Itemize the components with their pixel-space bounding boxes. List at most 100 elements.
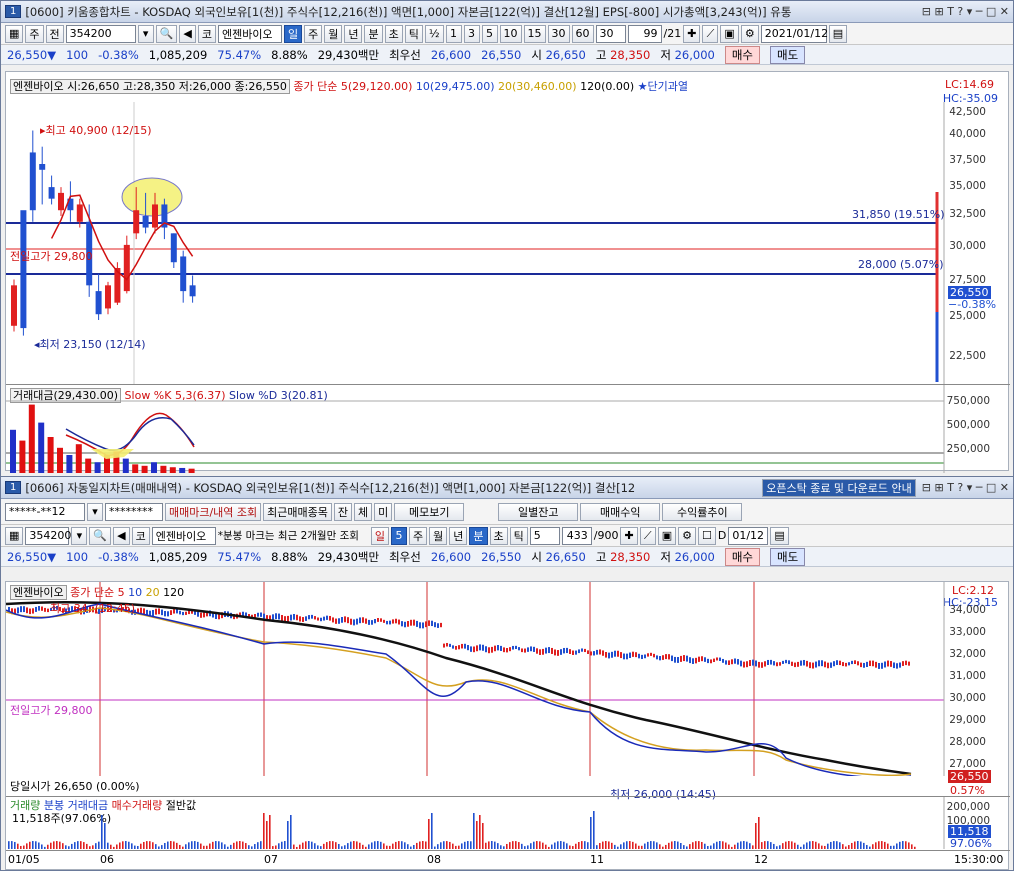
volume-bar: [182, 846, 184, 849]
calendar2-icon[interactable]: ▤: [770, 526, 789, 545]
minute-note: *분봉 마크는 최근 2개월만 조회: [217, 530, 359, 542]
volume-bar: [380, 841, 382, 849]
interval-5[interactable]: 5: [481, 24, 498, 43]
interval-half[interactable]: ½: [424, 24, 444, 43]
balance-button[interactable]: 잔: [333, 502, 353, 521]
count-input[interactable]: 99: [627, 24, 662, 43]
interval-3[interactable]: 3: [463, 24, 480, 43]
minute-candle: [464, 643, 466, 649]
sell-button[interactable]: 매도: [770, 45, 806, 64]
open-label: 시: [531, 47, 542, 62]
mode-select[interactable]: 주: [25, 24, 44, 43]
sound2-icon[interactable]: ◀: [113, 526, 130, 545]
sound-icon[interactable]: ◀: [179, 24, 196, 43]
volume-bar: [353, 841, 355, 849]
unfilled-button[interactable]: 미: [374, 502, 393, 521]
save-icon[interactable]: ▣: [720, 24, 739, 43]
period-minute[interactable]: 분: [364, 24, 383, 43]
minute-candle: [293, 613, 295, 620]
period-tick[interactable]: 틱: [404, 24, 423, 43]
window-controls[interactable]: ⊟ ⊞ T ? ▾ ─ □ ✕: [922, 5, 1009, 18]
period2-minute[interactable]: 분: [469, 526, 488, 545]
period-day[interactable]: 일: [283, 24, 303, 43]
save2-icon[interactable]: ▣: [657, 526, 677, 545]
volume-bar: [443, 841, 445, 849]
sell-button-2[interactable]: 매도: [770, 547, 806, 566]
current-price-2: 26,550: [7, 549, 48, 564]
price-chart[interactable]: 엔젠바이오 시:26,650 고:28,350 저:26,000 종:26,55…: [5, 71, 1010, 473]
account-dropdown-icon[interactable]: ▾: [87, 502, 103, 521]
volume-bar: [773, 843, 775, 849]
interval-select[interactable]: 30: [595, 24, 626, 43]
period2-day[interactable]: 일: [370, 526, 390, 545]
crosshair-icon[interactable]: ✚: [683, 24, 701, 43]
count2-input[interactable]: 433: [561, 526, 592, 545]
dropdown2-arrow-icon[interactable]: ▾: [71, 526, 88, 545]
grid-icon[interactable]: ▦: [5, 24, 24, 43]
interval-1[interactable]: 1: [445, 24, 462, 43]
interval-10[interactable]: 10: [499, 24, 522, 43]
mark-query-button[interactable]: 매매마크/내역 조회: [165, 502, 262, 521]
volume-bar: [143, 841, 145, 849]
minute-candle: [491, 646, 493, 653]
calendar-icon[interactable]: ▤: [828, 24, 848, 43]
minute-candle: [875, 661, 877, 668]
volume-bar: [665, 844, 667, 849]
trade-profit-button[interactable]: 매매수익: [580, 502, 661, 521]
volume-bar: [125, 841, 127, 849]
memo-button[interactable]: 메모보기: [394, 502, 465, 521]
period-month[interactable]: 월: [324, 24, 343, 43]
stock-name-field[interactable]: 엔젠바이오: [217, 24, 282, 43]
date2-input[interactable]: 01/12: [728, 526, 769, 545]
period2-month[interactable]: 월: [429, 526, 448, 545]
dropdown-arrow-icon[interactable]: ▾: [137, 24, 154, 43]
password-input[interactable]: ********: [105, 502, 163, 521]
period-second[interactable]: 초: [384, 24, 403, 43]
period-week[interactable]: 주: [304, 24, 323, 43]
minute-candle: [314, 616, 316, 620]
search2-icon[interactable]: 🔍: [89, 526, 112, 545]
volume-bar: [719, 841, 721, 849]
stock-name-field-2[interactable]: 엔젠바이오: [151, 526, 216, 545]
period2-count[interactable]: 5: [391, 526, 408, 545]
crosshair2-icon[interactable]: ✚: [620, 526, 638, 545]
draw2-tool-icon[interactable]: ⟋: [639, 526, 656, 545]
date-input[interactable]: 2021/01/12: [760, 24, 828, 43]
period2-year[interactable]: 년: [449, 526, 468, 545]
stock-code-input-2[interactable]: 354200: [25, 526, 71, 545]
minute-candle: [623, 653, 625, 660]
volume-bar: [377, 841, 379, 849]
account-input[interactable]: *****-**12: [5, 502, 85, 521]
minute-chart[interactable]: 엔젠바이오 종가 단순 5 10 20 120 LC:2.12 HC:-23.1…: [5, 581, 1010, 870]
daily-balance-button[interactable]: 일별잔고: [498, 502, 579, 521]
return-trend-button[interactable]: 수익률추이: [662, 502, 743, 521]
grid2-icon[interactable]: ▦: [5, 526, 24, 545]
search-icon[interactable]: 🔍: [155, 24, 178, 43]
settings2-icon[interactable]: ⚙: [678, 526, 696, 545]
minute-candle: [398, 619, 400, 625]
current-pct-tag: −-0.38%: [948, 298, 997, 311]
period2-second[interactable]: 초: [489, 526, 508, 545]
notice-button[interactable]: 오픈스탁 종료 및 다운로드 안내: [762, 478, 916, 497]
window2-titlebar[interactable]: 1 [0606] 자동일지차트(매매내역) - KOSDAQ 외국인보유[1(천…: [1, 477, 1013, 499]
period2-tick[interactable]: 틱: [509, 526, 528, 545]
buy-button[interactable]: 매수: [724, 45, 761, 64]
draw-tool-icon[interactable]: ⟋: [702, 24, 719, 43]
window-titlebar[interactable]: 1 [0600] 키움종합차트 - KOSDAQ 외국인보유[1(천)] 주식수…: [1, 1, 1013, 23]
volume-bar: [905, 841, 907, 849]
interval2-select[interactable]: 5: [529, 526, 560, 545]
settings-icon[interactable]: ⚙: [740, 24, 759, 43]
recent-trades-button[interactable]: 최근매매종목: [263, 502, 332, 521]
executed-button[interactable]: 체: [354, 502, 373, 521]
buy-button-2[interactable]: 매수: [724, 547, 761, 566]
interval-15[interactable]: 15: [523, 24, 546, 43]
stock-code-input[interactable]: 354200: [65, 24, 136, 43]
window2-controls[interactable]: ⊟ ⊞ T ? ▾ ─ □ ✕: [922, 481, 1009, 494]
d-checkbox[interactable]: ☐: [697, 526, 716, 545]
interval-60[interactable]: 60: [571, 24, 594, 43]
period2-week[interactable]: 주: [409, 526, 428, 545]
interval-30[interactable]: 30: [547, 24, 570, 43]
view-select[interactable]: 전: [45, 24, 64, 43]
volume-bar: [233, 842, 235, 849]
period-year[interactable]: 년: [344, 24, 363, 43]
